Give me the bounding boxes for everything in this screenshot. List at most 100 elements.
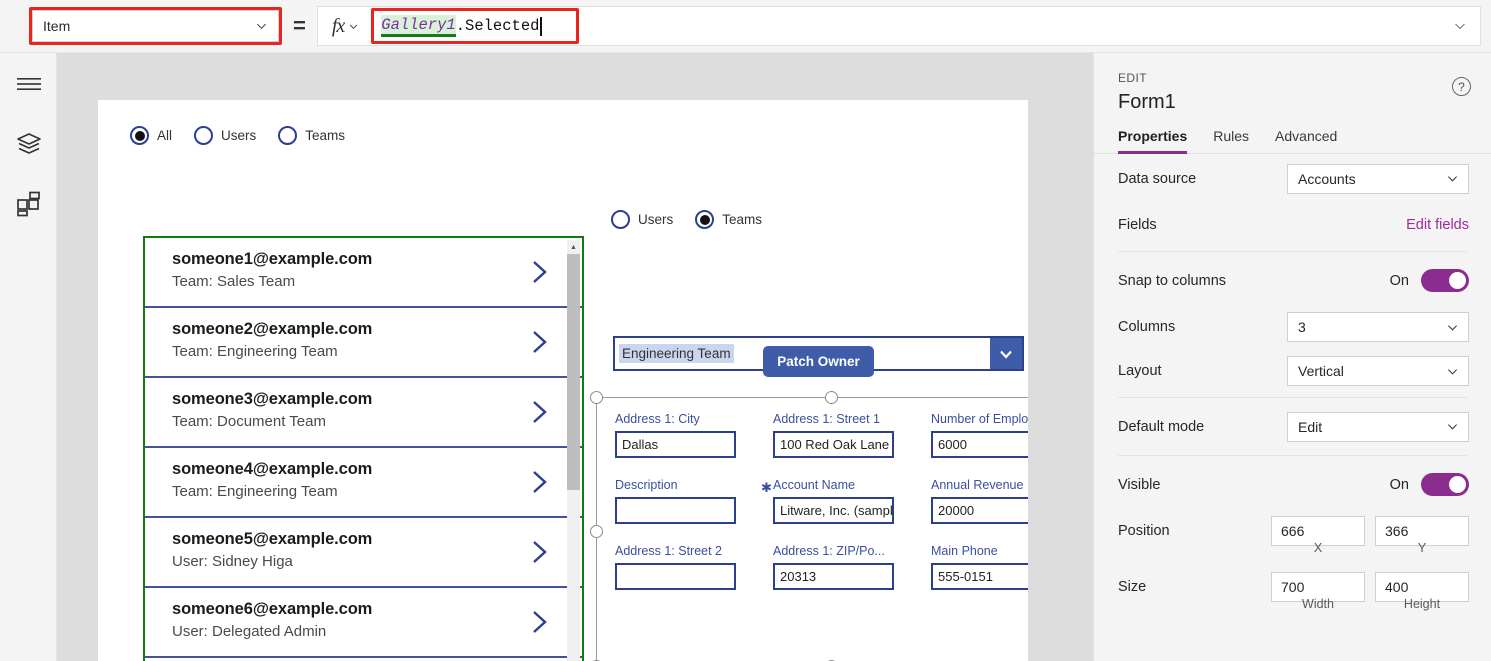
- radio-option-users[interactable]: Users: [194, 126, 256, 145]
- radio-option-all[interactable]: All: [130, 126, 172, 145]
- list-item[interactable]: someone3@example.com Team: Document Team: [145, 378, 582, 448]
- form-field-annual-revenue[interactable]: Annual Revenue 20000: [931, 478, 1028, 524]
- field-input[interactable]: Dallas: [615, 431, 736, 458]
- data-source-select[interactable]: Accounts: [1287, 163, 1469, 194]
- snap-to-columns-toggle[interactable]: [1421, 269, 1469, 292]
- help-icon[interactable]: ?: [1452, 77, 1471, 96]
- field-label: Annual Revenue: [931, 478, 1024, 492]
- form-field-number-of-employees[interactable]: Number of Emplo... 6000: [931, 412, 1028, 458]
- field-input[interactable]: 6000: [931, 431, 1028, 458]
- columns-value: 3: [1298, 319, 1306, 335]
- field-input[interactable]: 20000: [931, 497, 1028, 524]
- panel-eyebrow: EDIT: [1118, 71, 1147, 85]
- scroll-down-icon[interactable]: ▼: [567, 656, 580, 661]
- scroll-up-icon[interactable]: ▲: [567, 240, 580, 254]
- list-item[interactable]: someone6@example.com User: Delegated Adm…: [145, 588, 582, 658]
- properties-panel: EDIT Form1 ? Properties Rules Advanced D…: [1093, 53, 1491, 661]
- form-field-account-name[interactable]: ✱ Account Name Litware, Inc. (sample: [761, 478, 931, 524]
- chevron-right-icon[interactable]: [530, 608, 550, 636]
- sidebar-item-menu[interactable]: [0, 55, 57, 113]
- equals-sign: =: [293, 13, 306, 38]
- radio-label: Teams: [722, 212, 763, 227]
- field-label: Address 1: Street 1: [773, 412, 881, 426]
- layers-icon: [16, 133, 41, 154]
- form-field-main-phone[interactable]: Main Phone 555-0151: [931, 544, 1028, 590]
- radio-option-owner-users[interactable]: Users: [611, 210, 673, 229]
- field-input[interactable]: 555-0151: [931, 563, 1028, 590]
- app-canvas[interactable]: All Users Teams someone1@example.com Tea…: [98, 100, 1028, 661]
- gallery-scrollbar[interactable]: ▲ ▼: [567, 240, 580, 661]
- snap-to-columns-toggle-wrap[interactable]: On: [1390, 269, 1469, 292]
- field-label: Address 1: Street 2: [615, 544, 723, 558]
- form-control[interactable]: Address 1: City Dallas Address 1: Street…: [590, 391, 1028, 661]
- field-input[interactable]: 100 Red Oak Lane: [773, 431, 894, 458]
- tab-properties[interactable]: Properties: [1118, 128, 1188, 154]
- chevron-right-icon[interactable]: [530, 258, 550, 286]
- chevron-right-icon[interactable]: [530, 398, 550, 426]
- radio-icon: [130, 126, 149, 145]
- form-field-address-1-city[interactable]: Address 1: City Dallas: [615, 412, 773, 458]
- owner-radio-group[interactable]: Users Teams: [611, 210, 784, 229]
- data-source-label: Data source: [1118, 170, 1197, 187]
- list-item[interactable]: someone5@example.com User: Sidney Higa: [145, 518, 582, 588]
- required-asterisk-icon: ✱: [761, 480, 772, 495]
- list-item[interactable]: someone1@example.com Team: Sales Team: [145, 238, 582, 308]
- radio-option-owner-teams[interactable]: Teams: [695, 210, 762, 229]
- property-dropdown-highlight: Item: [29, 7, 282, 45]
- visible-label: Visible: [1118, 476, 1161, 493]
- sidebar-item-insert[interactable]: [0, 175, 57, 233]
- field-input[interactable]: Litware, Inc. (sample: [773, 497, 894, 524]
- default-mode-value: Edit: [1298, 418, 1323, 435]
- sidebar-item-tree-view[interactable]: [0, 115, 57, 173]
- gallery-control[interactable]: someone1@example.com Team: Sales Team so…: [143, 236, 584, 661]
- visible-toggle[interactable]: [1421, 473, 1469, 496]
- radio-option-teams[interactable]: Teams: [278, 126, 345, 145]
- field-input[interactable]: [615, 563, 736, 590]
- tab-rules[interactable]: Rules: [1213, 128, 1249, 153]
- fx-button[interactable]: fx: [318, 7, 369, 45]
- field-input[interactable]: 20313: [773, 563, 894, 590]
- form-field-address-1-street-1[interactable]: Address 1: Street 1 100 Red Oak Lane: [773, 412, 931, 458]
- columns-select[interactable]: 3: [1287, 312, 1469, 342]
- formula-expand-area[interactable]: [579, 7, 1480, 45]
- filter-radio-group[interactable]: All Users Teams: [130, 126, 367, 145]
- fx-icon: fx: [331, 14, 345, 37]
- size-sublabels: Width Height: [1094, 597, 1491, 611]
- visible-toggle-wrap[interactable]: On: [1390, 473, 1469, 496]
- canvas-area: All Users Teams someone1@example.com Tea…: [57, 53, 1093, 661]
- resize-handle-top-left[interactable]: [590, 391, 603, 404]
- radio-icon: [194, 126, 214, 145]
- chevron-down-icon: [1447, 176, 1458, 182]
- radio-icon: [278, 126, 298, 145]
- list-item-title: someone3@example.com: [172, 390, 373, 408]
- patch-owner-button[interactable]: Patch Owner: [763, 346, 874, 377]
- panel-header: EDIT Form1 ?: [1094, 53, 1491, 114]
- form-field-address-1-street-2[interactable]: Address 1: Street 2: [615, 544, 773, 590]
- field-label: Address 1: ZIP/Po...: [773, 544, 885, 558]
- edit-fields-link[interactable]: Edit fields: [1406, 217, 1469, 233]
- divider: [1118, 251, 1467, 252]
- list-item-subtitle: Team: Engineering Team: [172, 483, 338, 500]
- list-item[interactable]: someone2@example.com Team: Engineering T…: [145, 308, 582, 378]
- chevron-right-icon[interactable]: [530, 538, 550, 566]
- list-item-title: someone2@example.com: [172, 320, 373, 338]
- default-mode-select[interactable]: Edit: [1287, 411, 1469, 442]
- list-item[interactable]: someone4@example.com Team: Engineering T…: [145, 448, 582, 518]
- list-item-subtitle: Team: Engineering Team: [172, 343, 338, 360]
- field-input[interactable]: [615, 497, 736, 524]
- field-label: Account Name: [773, 478, 855, 492]
- scrollbar-thumb[interactable]: [567, 254, 580, 490]
- tab-advanced[interactable]: Advanced: [1275, 128, 1337, 153]
- chevron-right-icon[interactable]: [530, 468, 550, 496]
- combobox-value: Engineering Team: [619, 344, 734, 363]
- property-dropdown[interactable]: Item: [32, 10, 279, 42]
- chevron-right-icon[interactable]: [530, 328, 550, 356]
- layout-select[interactable]: Vertical: [1287, 356, 1469, 386]
- resize-handle-top-center[interactable]: [825, 391, 838, 404]
- formula-input[interactable]: Gallery1 .Selected: [374, 15, 542, 37]
- resize-handle-middle-left[interactable]: [590, 525, 603, 538]
- combobox-dropdown-button[interactable]: [990, 338, 1022, 369]
- form-field-description[interactable]: Description: [615, 478, 773, 524]
- row-fields: Fields Edit fields: [1094, 203, 1491, 247]
- form-field-address-1-zip[interactable]: Address 1: ZIP/Po... 20313: [773, 544, 931, 590]
